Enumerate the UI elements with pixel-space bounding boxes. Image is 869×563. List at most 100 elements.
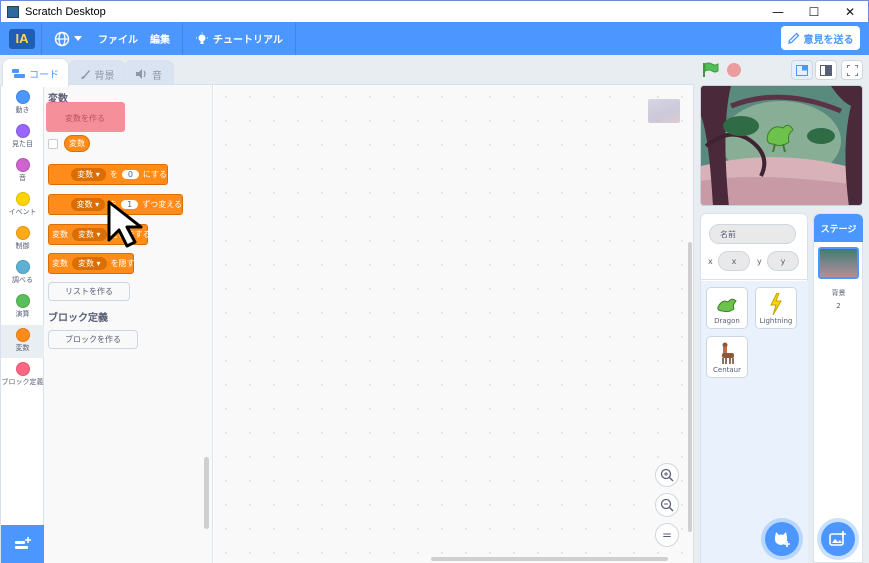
add-extension-icon bbox=[14, 537, 31, 549]
category-sensing[interactable]: 調べる bbox=[1, 257, 44, 290]
image-plus-icon bbox=[829, 531, 846, 546]
speaker-icon bbox=[136, 69, 148, 79]
variable-dropdown[interactable]: 変数 ▾ bbox=[72, 257, 107, 270]
category-sound[interactable]: 音 bbox=[1, 155, 44, 188]
category-my-blocks[interactable]: ブロック定義 bbox=[1, 359, 44, 399]
variable-checkbox[interactable] bbox=[48, 139, 58, 149]
category-operators[interactable]: 演算 bbox=[1, 291, 44, 324]
make-list-button[interactable]: リストを作る bbox=[48, 282, 130, 301]
stop-button[interactable] bbox=[727, 63, 741, 77]
brush-icon bbox=[80, 69, 91, 80]
tab-backdrops-label: 背景 bbox=[94, 70, 115, 82]
zoom-out-button[interactable] bbox=[655, 493, 679, 517]
tab-sounds[interactable]: 音 bbox=[124, 60, 174, 87]
category-events[interactable]: イベント bbox=[1, 189, 44, 222]
variable-dropdown-label: 変数 bbox=[78, 259, 94, 268]
code-editor: 動き 見た目 音 イベント 制御 調べる 演算 変数 ブロック定義 変数 変数を… bbox=[0, 84, 694, 563]
globe-icon bbox=[54, 31, 70, 46]
variable-dropdown-label: 変数 bbox=[76, 200, 93, 209]
code-icon bbox=[12, 68, 25, 78]
script-area[interactable]: = bbox=[214, 85, 693, 563]
zoom-reset-button[interactable]: = bbox=[655, 523, 679, 547]
backdrops-count: 2 bbox=[836, 302, 841, 310]
add-extension-button[interactable] bbox=[1, 525, 44, 563]
large-stage-button[interactable] bbox=[815, 60, 837, 80]
y-input[interactable]: y bbox=[767, 251, 799, 271]
category-control[interactable]: 制御 bbox=[1, 223, 44, 256]
window-titlebar: Scratch Desktop — ☐ ✕ bbox=[0, 0, 869, 22]
category-label: イベント bbox=[8, 208, 37, 216]
sprite-name: Dragon bbox=[714, 317, 740, 325]
category-label: 変数 bbox=[15, 344, 30, 352]
minimize-button[interactable]: — bbox=[760, 1, 796, 23]
sprite-name: Centaur bbox=[713, 366, 741, 374]
vertical-scrollbar[interactable] bbox=[688, 242, 692, 532]
sprite-info: 名前 x x y y bbox=[701, 214, 808, 280]
add-sprite-button[interactable] bbox=[765, 522, 799, 556]
my-blocks-section-title: ブロック定義 bbox=[48, 313, 108, 324]
tab-backdrops[interactable]: 背景 bbox=[68, 60, 126, 87]
edit-menu[interactable]: 編集 bbox=[144, 22, 176, 55]
stage-selector[interactable]: ステージ 背景 2 bbox=[813, 213, 863, 563]
category-label: 制御 bbox=[15, 242, 30, 250]
maximize-button[interactable]: ☐ bbox=[796, 1, 832, 23]
menu-bar: IA ファイル 編集 チュートリアル 意見を送る bbox=[0, 22, 869, 55]
variable-dropdown[interactable]: 変数 ▾ bbox=[72, 228, 107, 241]
category-looks[interactable]: 見た目 bbox=[1, 121, 44, 154]
value-input[interactable]: 0 bbox=[121, 170, 139, 179]
x-input[interactable]: x bbox=[718, 251, 750, 271]
green-flag-icon[interactable] bbox=[702, 62, 720, 78]
sprite-name-input[interactable]: 名前 bbox=[709, 224, 796, 244]
block-palette bbox=[44, 85, 213, 563]
add-backdrop-button[interactable] bbox=[821, 522, 855, 556]
category-label: 見た目 bbox=[12, 140, 33, 148]
category-motion[interactable]: 動き bbox=[1, 87, 44, 120]
cat-plus-icon bbox=[774, 532, 790, 547]
sprite-item-lightning[interactable]: Lightning bbox=[755, 287, 797, 329]
category-dot bbox=[15, 328, 30, 342]
scratch-logo[interactable]: IA bbox=[9, 28, 35, 49]
category-label: 音 bbox=[19, 174, 26, 182]
block-text: 変数 bbox=[52, 259, 68, 268]
zoom-in-button[interactable] bbox=[655, 463, 679, 487]
variable-dropdown[interactable]: 変数 ▾ bbox=[71, 168, 106, 181]
palette-scrollbar[interactable] bbox=[204, 457, 209, 529]
category-label: 動き bbox=[15, 106, 30, 114]
category-dot bbox=[15, 158, 30, 172]
block-text: を bbox=[109, 170, 118, 179]
sprite-item-centaur[interactable]: Centaur bbox=[706, 336, 748, 378]
set-variable-block[interactable]: 変数 ▾ を 0 にする bbox=[48, 164, 168, 185]
editor-tabs: コード 背景 音 bbox=[0, 55, 200, 87]
sprite-list: Dragon Lightning Centaur bbox=[701, 281, 808, 563]
make-variable-button[interactable]: 変数を作る bbox=[48, 109, 122, 128]
language-menu[interactable] bbox=[48, 22, 92, 55]
zoom-out-icon bbox=[660, 498, 674, 512]
horizontal-scrollbar[interactable] bbox=[431, 557, 668, 561]
sprite-item-dragon[interactable]: Dragon bbox=[706, 287, 748, 329]
stage-canvas[interactable] bbox=[700, 85, 863, 206]
window-title: Scratch Desktop bbox=[25, 5, 106, 18]
make-block-button[interactable]: ブロックを作る bbox=[48, 330, 138, 349]
tab-code[interactable]: コード bbox=[2, 58, 69, 87]
feedback-button[interactable]: 意見を送る bbox=[781, 26, 860, 50]
sprite-pane: 名前 x x y y Dragon Lightning Centaur bbox=[700, 213, 808, 563]
category-dot bbox=[15, 192, 30, 206]
hide-variable-block[interactable]: 変数 変数 ▾ を隠す bbox=[48, 253, 135, 274]
fullscreen-button[interactable] bbox=[841, 60, 863, 80]
jungle-backdrop-image bbox=[701, 86, 862, 205]
category-label: ブロック定義 bbox=[1, 378, 44, 386]
y-label: y bbox=[757, 257, 762, 266]
app-icon bbox=[7, 5, 19, 18]
small-stage-button[interactable] bbox=[791, 60, 813, 80]
block-text: 変数 bbox=[52, 230, 68, 239]
category-variables[interactable]: 変数 bbox=[1, 325, 44, 358]
file-menu[interactable]: ファイル bbox=[92, 22, 144, 55]
mouse-cursor-icon bbox=[107, 200, 143, 248]
variable-reporter-block[interactable]: 変数 bbox=[64, 135, 90, 152]
close-button[interactable]: ✕ bbox=[832, 1, 868, 23]
variable-dropdown[interactable]: 変数 ▾ bbox=[70, 198, 106, 211]
lightning-icon bbox=[770, 293, 782, 315]
tutorials-menu[interactable]: チュートリアル bbox=[189, 22, 289, 55]
category-menu: 動き 見た目 音 イベント 制御 調べる 演算 変数 ブロック定義 bbox=[1, 85, 44, 563]
stage-thumbnail bbox=[818, 247, 859, 279]
